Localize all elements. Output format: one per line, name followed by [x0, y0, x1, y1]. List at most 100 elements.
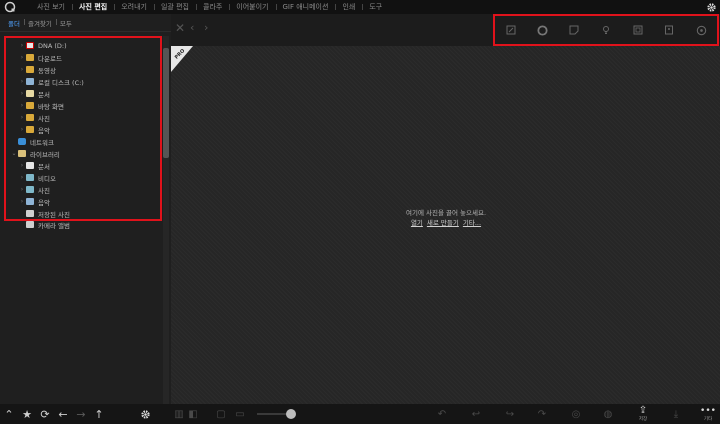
- tree-item-music[interactable]: › 음악: [18, 124, 50, 135]
- settings-gear-icon[interactable]: [704, 0, 718, 14]
- panel-settings-button[interactable]: [136, 404, 154, 424]
- app-logo-icon[interactable]: [2, 0, 18, 14]
- tree-item-label: 음악: [38, 198, 50, 207]
- download-icon[interactable]: ⤓: [667, 404, 685, 424]
- library-icon: [18, 150, 26, 157]
- drop-hint-text: 여기에 사진을 끌어 놓으세요.: [405, 209, 487, 217]
- tree-item-lib-music[interactable]: › 음악: [18, 196, 50, 207]
- tool-color[interactable]: [533, 18, 553, 42]
- refresh-icon: ⟳: [40, 407, 50, 421]
- tool-frame[interactable]: [628, 18, 648, 42]
- chevron-right-icon[interactable]: ›: [18, 102, 26, 109]
- chevron-right-icon[interactable]: ›: [18, 174, 26, 181]
- next-icon[interactable]: ›: [204, 22, 208, 34]
- info-icon[interactable]: ◍: [599, 404, 617, 424]
- chevron-right-icon[interactable]: ›: [18, 54, 26, 61]
- tree-item-label: 카메라 앨범: [38, 221, 70, 230]
- actual-size-icon[interactable]: ▭: [233, 404, 247, 424]
- menu-tab-combine[interactable]: 이어붙이기: [229, 0, 275, 14]
- menu-tab-edit[interactable]: 사진 편집: [72, 0, 114, 14]
- forward-button[interactable]: →: [72, 404, 90, 424]
- tree-item-desktop[interactable]: › 바탕 화면: [18, 100, 64, 111]
- menu-tab-batch[interactable]: 일괄 편집: [153, 0, 196, 14]
- chevron-right-icon[interactable]: ›: [18, 126, 26, 133]
- split-view-icon[interactable]: ◧: [187, 404, 199, 424]
- tree-item-network[interactable]: 네트워크: [10, 136, 54, 147]
- new-link[interactable]: 새로 만들기: [427, 219, 459, 227]
- back-button[interactable]: ←: [54, 404, 72, 424]
- chevron-right-icon[interactable]: ›: [18, 90, 26, 97]
- menu-tab-gif[interactable]: GIF 애니메이션: [275, 0, 336, 14]
- tree-item-documents[interactable]: › 문서: [18, 88, 50, 99]
- picture-icon: [26, 186, 34, 193]
- menu-tab-tools[interactable]: 도구: [362, 0, 389, 14]
- more-link[interactable]: 기타...: [463, 219, 481, 227]
- editor-canvas[interactable]: ✕ ‹ › PRO 여기에 사진을 끌어 놓으세요. 열기 새로 만들기 기타.…: [171, 14, 720, 404]
- redo-icon[interactable]: ↪: [501, 404, 519, 424]
- folder-icon: [26, 90, 34, 97]
- tab-all[interactable]: 모두: [55, 18, 76, 28]
- tool-sticker[interactable]: [659, 18, 679, 42]
- folder-tree: › DNA (D:) › 다운로드 › 동영상 › 로컬 디스크 (C:) › 문서 › 바…: [4, 36, 162, 230]
- tree-item-label: 로컬 디스크 (C:): [38, 78, 84, 87]
- edit-tools-group: [493, 14, 719, 46]
- menu-tab-print[interactable]: 인쇄: [335, 0, 362, 14]
- open-link[interactable]: 열기: [411, 219, 423, 227]
- arrow-left-icon: ←: [58, 407, 68, 421]
- close-icon[interactable]: ✕: [175, 22, 187, 34]
- gear-icon: [140, 409, 150, 419]
- save-button[interactable]: ⇪ 저장: [633, 404, 653, 424]
- menu-tab-collage[interactable]: 콜라주: [195, 0, 229, 14]
- chevron-down-icon[interactable]: ⌄: [10, 150, 18, 157]
- chevron-right-icon[interactable]: ›: [18, 78, 26, 85]
- chevron-right-icon[interactable]: ›: [18, 162, 26, 169]
- tree-item-lib-videos[interactable]: › 비디오: [18, 172, 56, 183]
- zoom-slider-handle[interactable]: [286, 409, 296, 419]
- menu-tabs: 사진 보기 사진 편집 오려내기 일괄 편집 콜라주 이어붙이기 GIF 애니메…: [30, 0, 389, 14]
- grid-view-icon[interactable]: ▥: [173, 404, 185, 424]
- tool-light[interactable]: [596, 18, 616, 42]
- scroll-thumb[interactable]: [163, 48, 169, 158]
- menu-tab-cutout[interactable]: 오려내기: [114, 0, 154, 14]
- menu-tab-view[interactable]: 사진 보기: [30, 0, 72, 14]
- tree-item-pictures[interactable]: › 사진: [18, 112, 50, 123]
- sticker-icon: [665, 25, 674, 35]
- tool-adjust[interactable]: [501, 18, 521, 42]
- undo-icon[interactable]: ↩: [467, 404, 485, 424]
- chevron-up-button[interactable]: ⌃: [0, 404, 18, 424]
- fit-screen-icon[interactable]: ▢: [215, 404, 227, 424]
- tree-item-local-disk[interactable]: › 로컬 디스크 (C:): [18, 76, 84, 87]
- up-folder-button[interactable]: ↑: [90, 404, 108, 424]
- tree-item-lib-pictures[interactable]: › 사진: [18, 184, 50, 195]
- tree-item-libraries[interactable]: ⌄ 라이브러리: [10, 148, 60, 159]
- rotate-right-icon[interactable]: ↷: [533, 404, 551, 424]
- tree-item-label: 음악: [38, 126, 50, 135]
- compare-icon[interactable]: ◎: [567, 404, 585, 424]
- tab-favorites[interactable]: 즐겨찾기: [23, 18, 56, 28]
- arrow-right-icon: →: [76, 407, 86, 421]
- tree-item-camera-roll[interactable]: 카메라 앨범: [18, 219, 70, 230]
- effects-icon: [569, 25, 579, 35]
- previous-icon[interactable]: ‹: [190, 22, 194, 34]
- rotate-left-icon[interactable]: ↶: [433, 404, 451, 424]
- chevron-right-icon[interactable]: ›: [18, 42, 26, 49]
- tree-item-downloads[interactable]: › 다운로드: [18, 52, 62, 63]
- chevron-right-icon[interactable]: ›: [18, 114, 26, 121]
- tree-item-label: 문서: [38, 90, 50, 99]
- chevron-right-icon[interactable]: ›: [18, 66, 26, 73]
- folder-panel: 폴더 즐겨찾기 모두 › DNA (D:) › 다운로드 › 동영상 › 로컬 디스크 …: [0, 14, 171, 416]
- tree-item-dna-drive[interactable]: › DNA (D:): [18, 40, 67, 51]
- more-button[interactable]: ••• 기타: [699, 404, 717, 424]
- tab-folders[interactable]: 폴더: [4, 18, 24, 28]
- tree-item-lib-documents[interactable]: › 문서: [18, 160, 50, 171]
- tool-effects[interactable]: [564, 18, 584, 42]
- tool-more[interactable]: [691, 18, 711, 42]
- favorite-button[interactable]: ★: [18, 404, 36, 424]
- refresh-button[interactable]: ⟳: [36, 404, 54, 424]
- tree-item-videos[interactable]: › 동영상: [18, 64, 56, 75]
- chevron-right-icon[interactable]: ›: [18, 198, 26, 205]
- folder-scrollbar[interactable]: [163, 36, 169, 416]
- edit-icon: [506, 25, 516, 35]
- tree-item-saved-pictures[interactable]: 저장된 사진: [18, 208, 70, 219]
- chevron-right-icon[interactable]: ›: [18, 186, 26, 193]
